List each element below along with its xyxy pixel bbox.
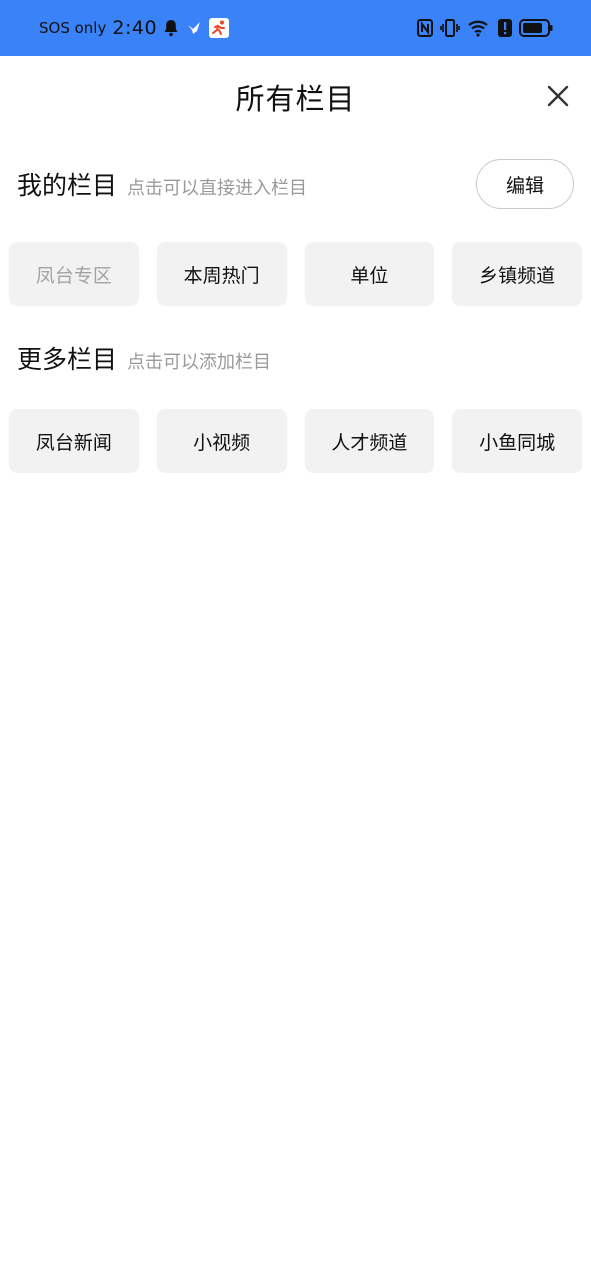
close-button[interactable] [540, 78, 576, 114]
my-channel-chip[interactable]: 乡镇频道 [452, 242, 582, 306]
wifi-icon [467, 19, 491, 37]
my-channel-chip[interactable]: 本周热门 [156, 242, 287, 306]
clock: 2:40 [112, 17, 158, 39]
bell-icon [163, 19, 179, 37]
status-bar-right [417, 0, 553, 56]
my-channels-header: 我的栏目 点击可以直接进入栏目 [17, 166, 307, 202]
page-title: 所有栏目 [235, 82, 356, 116]
my-channels-hint: 点击可以直接进入栏目 [127, 178, 308, 199]
close-icon [547, 85, 569, 107]
my-channels-title: 我的栏目 [17, 171, 118, 200]
status-bar: SOS only 2:40 [0, 0, 591, 56]
more-channel-chip[interactable]: 小鱼同城 [452, 409, 582, 473]
sos-text: SOS only [39, 19, 107, 37]
status-bar-left: SOS only 2:40 [39, 0, 230, 56]
vibrate-icon [440, 19, 460, 37]
battery-icon [519, 19, 553, 37]
alert-icon [498, 19, 512, 37]
more-channels-title: 更多栏目 [17, 345, 118, 374]
header: 所有栏目 [0, 56, 591, 136]
edit-button[interactable]: 编辑 [476, 159, 574, 209]
more-channels-grid: 凤台新闻 小视频 人才频道 小鱼同城 [9, 409, 582, 473]
more-channel-chip[interactable]: 小视频 [156, 409, 287, 473]
more-channel-chip[interactable]: 人才频道 [304, 409, 435, 473]
my-channel-chip[interactable]: 单位 [304, 242, 435, 306]
bird-app-icon [185, 19, 204, 37]
runner-app-icon [209, 18, 230, 38]
more-channel-chip[interactable]: 凤台新闻 [9, 409, 139, 473]
nfc-icon [417, 19, 433, 37]
my-channel-chip[interactable]: 凤台专区 [9, 242, 139, 306]
my-channels-grid: 凤台专区 本周热门 单位 乡镇频道 [9, 242, 582, 306]
more-channels-hint: 点击可以添加栏目 [127, 352, 272, 373]
more-channels-header: 更多栏目 点击可以添加栏目 [17, 340, 271, 376]
